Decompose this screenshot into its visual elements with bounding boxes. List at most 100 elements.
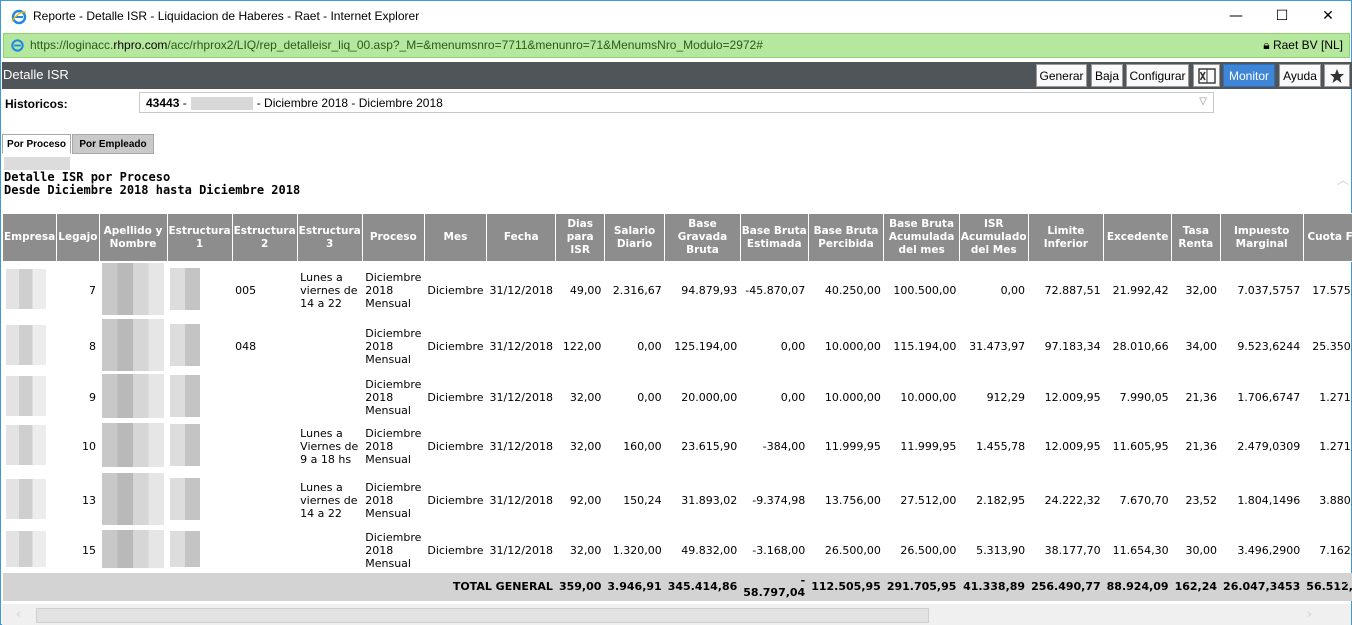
baja-button[interactable]: Baja — [1091, 64, 1123, 87]
limite-cell: 38.177,70 — [1044, 544, 1101, 557]
isr-cell: 31.473,97 — [969, 339, 1026, 353]
estructura2-cell: 048 — [235, 339, 257, 353]
estimada-cell: 0,00 — [780, 390, 806, 404]
redacted-cell — [3, 529, 57, 573]
percibida-cell: 11.999,95 — [824, 439, 881, 453]
estimada-cell: -9.374,98 — [752, 493, 806, 507]
table-row: 10 Lunes a Viernes de 9 a 18 hs Diciembr… — [3, 421, 1352, 472]
redacted-cell — [99, 529, 167, 573]
generar-button[interactable]: Generar — [1036, 64, 1087, 87]
lock-icon: 🔒︎ — [1263, 38, 1273, 52]
historicos-label: Historicos: — [5, 97, 68, 111]
cuota-cell: 1.271,87 — [1319, 439, 1352, 453]
tasa-cell: 23,52 — [1185, 493, 1218, 507]
redacted-cell — [167, 472, 232, 529]
column-header: Estructura 3 — [296, 213, 363, 262]
isr-cell: 5.313,90 — [976, 544, 1026, 557]
isr-cell: 1.455,78 — [976, 439, 1026, 453]
acumulada-cell: 115.194,00 — [893, 339, 957, 353]
legajo-cell: 13 — [82, 493, 96, 507]
excel-icon — [1197, 67, 1216, 84]
estructura3-cell — [297, 374, 362, 421]
column-header: Base Gravada Bruta — [664, 213, 741, 262]
table-row: 8 048 Diciembre 2018 Mensual Diciembre 3… — [3, 318, 1352, 374]
tab-por-proceso[interactable]: Por Proceso — [2, 134, 71, 154]
total-dias: 359,00 — [555, 572, 605, 601]
excedente-cell: 11.654,30 — [1112, 544, 1169, 557]
configurar-button[interactable]: Configurar — [1126, 64, 1189, 87]
column-header: Mes — [423, 213, 488, 262]
cuota-cell: 25.350,35 — [1312, 339, 1352, 353]
minimize-button[interactable]: — — [1213, 1, 1259, 31]
proceso-cell: Diciembre 2018 Mensual — [365, 270, 422, 310]
estructura2-cell — [232, 374, 297, 421]
column-header: Base Bruta Percibida — [807, 213, 885, 262]
window-title: Reporte - Detalle ISR - Liquidacion de H… — [33, 9, 420, 23]
monitor-button[interactable]: Monitor — [1223, 64, 1275, 87]
report-subtitle: Desde Diciembre 2018 hasta Diciembre 201… — [4, 183, 301, 197]
proceso-cell: Diciembre 2018 Mensual — [365, 377, 422, 417]
column-header: Limite Inferior — [1027, 213, 1105, 262]
internet-explorer-icon — [11, 9, 27, 25]
salario-cell: 150,24 — [623, 493, 662, 507]
salario-cell: 0,00 — [637, 339, 662, 353]
redacted-cell — [167, 319, 232, 374]
scrollbar-thumb[interactable] — [36, 608, 929, 623]
certificate-indicator[interactable]: 🔒︎ Raet BV [NL] — [1263, 38, 1343, 53]
scroll-up-icon[interactable]: ︿ — [1337, 171, 1349, 188]
column-header: Estructura 2 — [231, 213, 298, 262]
table-row: 15 Diciembre 2018 Mensual Diciembre 31/1… — [3, 529, 1352, 573]
impuesto-cell: 1.706,6747 — [1237, 390, 1301, 404]
tasa-cell: 34,00 — [1185, 339, 1218, 353]
page-title: Detalle ISR — [3, 67, 69, 82]
dias-cell: 32,00 — [569, 544, 602, 557]
column-header: Legajo — [56, 213, 100, 262]
estimada-cell: 0,00 — [780, 339, 806, 353]
scroll-left-icon[interactable]: ‹ — [16, 607, 21, 621]
tab-por-empleado[interactable]: Por Empleado — [72, 134, 154, 154]
total-tasa: 162,24 — [1171, 572, 1221, 601]
redacted-cell — [99, 472, 167, 529]
mes-cell: Diciembre — [427, 439, 484, 453]
tasa-cell: 30,00 — [1185, 544, 1218, 557]
cuota-cell: 7.162,74 — [1319, 544, 1352, 557]
estructura3-cell: Lunes a viernes de 14 a 22 — [300, 270, 358, 310]
redacted-text — [190, 97, 253, 111]
excel-export-button[interactable] — [1193, 64, 1220, 87]
total-salario: 3.946,91 — [604, 572, 665, 601]
dias-cell: 32,00 — [569, 390, 602, 404]
total-gravada: 345.414,86 — [664, 572, 741, 601]
close-button[interactable]: ✕ — [1305, 1, 1351, 31]
gravada-cell: 94.879,93 — [681, 283, 738, 297]
redacted-cell — [3, 421, 57, 472]
salario-cell: 0,00 — [637, 390, 662, 404]
redacted-cell — [167, 421, 232, 472]
column-header: Empresa — [1, 213, 58, 262]
redacted-cell — [99, 318, 167, 374]
fecha-cell: 31/12/2018 — [489, 283, 553, 297]
total-estimada: -58.797,04 — [740, 572, 809, 601]
estimada-cell: -384,00 — [762, 439, 806, 453]
ayuda-button[interactable]: Ayuda — [1279, 64, 1321, 87]
redacted-cell — [3, 319, 57, 374]
estimada-cell: -45.870,07 — [745, 283, 806, 297]
total-impuesto: 26.047,3453 — [1220, 572, 1304, 601]
percibida-cell: 10.000,00 — [824, 339, 881, 353]
impuesto-cell: 1.804,1496 — [1237, 493, 1301, 507]
favorite-button[interactable] — [1324, 64, 1350, 87]
redacted-cell — [3, 374, 57, 421]
column-header: Excedente — [1103, 213, 1173, 262]
total-row: TOTAL GENERAL 359,00 3.946,91 345.414,86… — [2, 572, 1352, 601]
gravada-cell: 125.194,00 — [674, 339, 738, 353]
scroll-right-icon[interactable]: › — [1307, 607, 1312, 621]
horizontal-scrollbar[interactable]: ‹ › — [2, 604, 1351, 625]
maximize-button[interactable]: ☐ — [1259, 1, 1305, 31]
tasa-cell: 21,36 — [1185, 390, 1218, 404]
historicos-select[interactable]: 43443 -- Diciembre 2018 - Diciembre 2018… — [139, 92, 1214, 113]
address-bar[interactable]: https://loginacc.rhpro.com/acc/rhprox2/L… — [3, 33, 1350, 58]
internet-explorer-icon — [11, 39, 24, 52]
dias-cell: 32,00 — [569, 439, 602, 453]
salario-cell: 1.320,00 — [612, 544, 662, 557]
scroll-down-icon[interactable]: ﹀ — [1337, 579, 1349, 596]
column-header: Base Bruta Estimada — [739, 213, 809, 262]
